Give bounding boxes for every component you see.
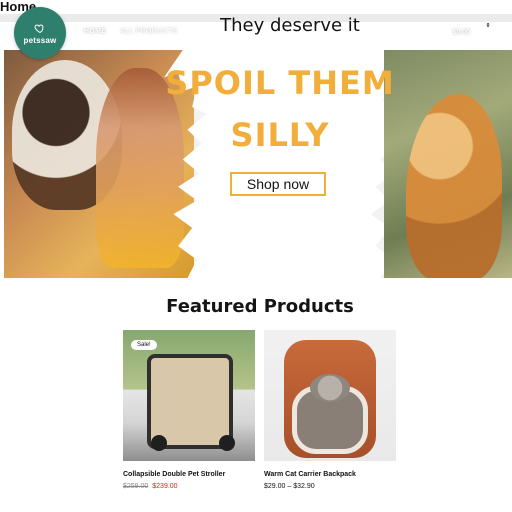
cart-count-badge: 0 — [484, 22, 492, 30]
cart-icon — [476, 30, 488, 40]
main-nav: HOME ALL PRODUCTS — [84, 28, 177, 35]
hero-headline: SPOIL THEM SILLY — [165, 64, 395, 154]
product-price: $259.00 $239.00 — [123, 483, 255, 490]
nav-all-products[interactable]: ALL PRODUCTS — [120, 28, 177, 35]
cat-illustration — [406, 94, 502, 278]
product-price-range: $29.00 – $32.90 — [264, 483, 315, 490]
product-card[interactable]: Warm Cat Carrier Backpack $29.00 – $32.9… — [264, 330, 396, 490]
product-image-stroller[interactable]: Sale! — [123, 330, 255, 461]
wheel-shape — [151, 435, 167, 451]
hero-tagline: They deserve it — [220, 15, 360, 36]
old-price: $259.00 — [123, 483, 149, 490]
cart-button[interactable]: 0 — [476, 22, 492, 40]
wheel-shape — [219, 435, 235, 451]
featured-products-title: Featured Products — [166, 296, 354, 317]
product-name[interactable]: Warm Cat Carrier Backpack — [264, 471, 396, 478]
hero-cat-image — [384, 50, 512, 278]
header-actions: $0.00 0 — [452, 22, 504, 40]
product-name[interactable]: Collapsible Double Pet Stroller — [123, 471, 255, 478]
nav-home[interactable]: HOME — [84, 28, 106, 35]
cart-total[interactable]: $0.00 — [452, 29, 470, 36]
site-logo[interactable]: petssaw — [14, 7, 66, 59]
paw-heart-icon — [34, 23, 44, 33]
cat-face-illustration — [310, 374, 350, 402]
sale-price: $239.00 — [152, 483, 178, 490]
user-icon[interactable] — [494, 27, 504, 37]
product-image-carrier[interactable] — [264, 330, 396, 461]
logo-text: petssaw — [23, 35, 57, 45]
product-card[interactable]: Sale! Collapsible Double Pet Stroller $2… — [123, 330, 255, 490]
shop-now-button[interactable]: Shop now — [230, 172, 326, 196]
sale-badge: Sale! — [131, 340, 157, 350]
